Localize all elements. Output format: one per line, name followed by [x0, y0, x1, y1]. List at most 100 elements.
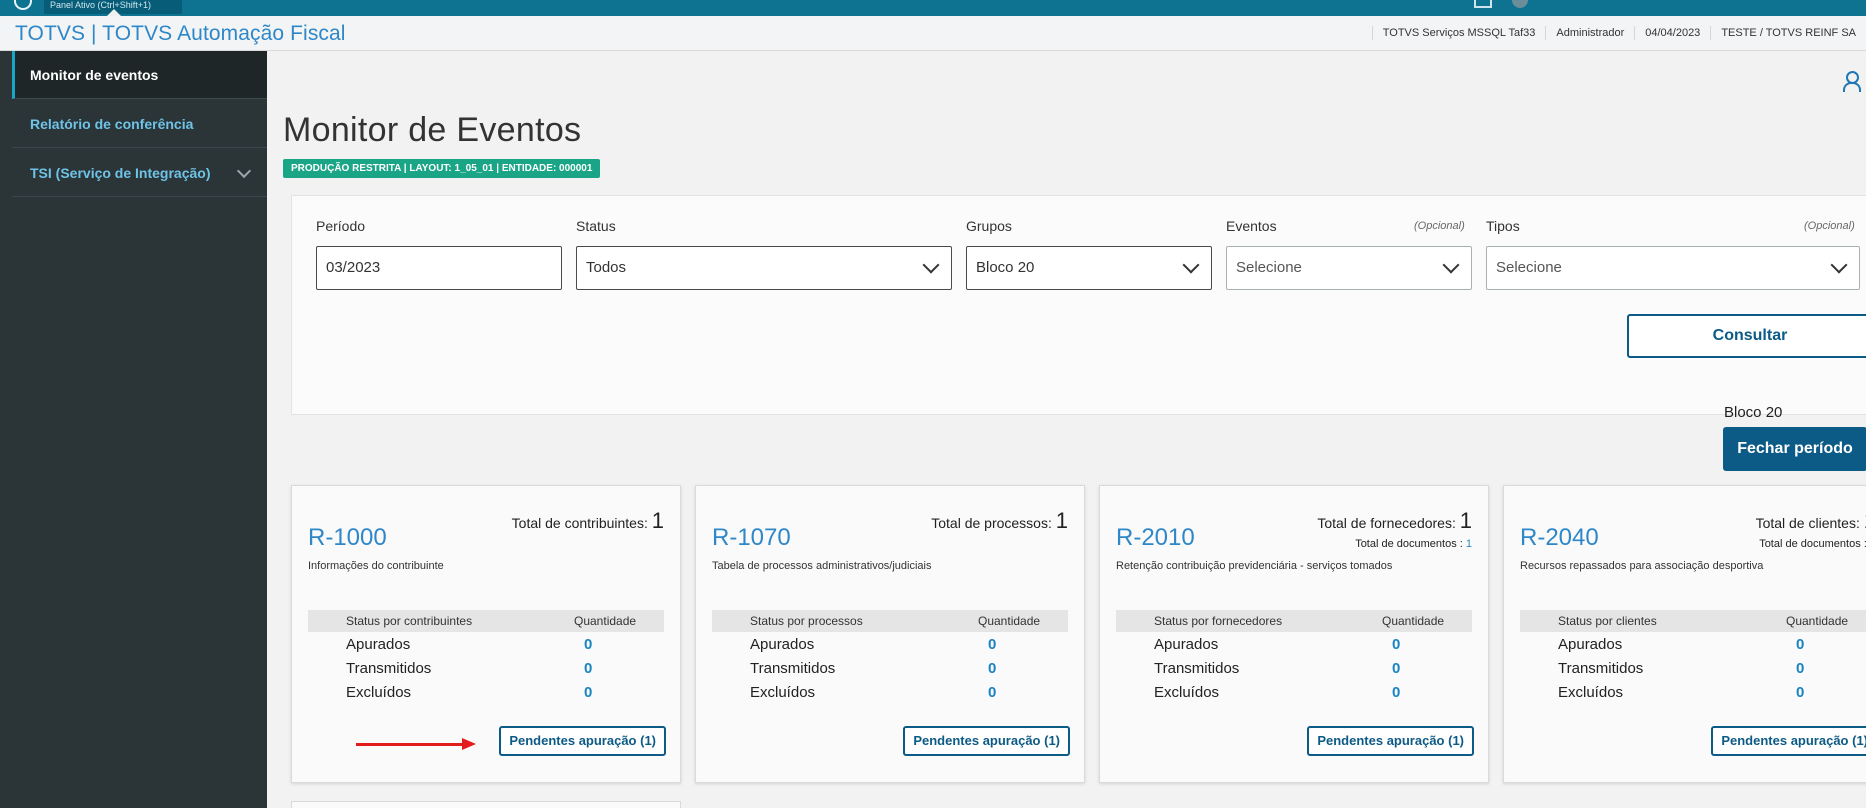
top-strip: Panel Ativo (Ctrl+Shift+1) — [0, 0, 1866, 16]
status-row: Excluídos 0 — [308, 682, 664, 704]
eventos-optional-label: (Opcional) — [1414, 220, 1465, 232]
eventos-select[interactable]: Selecione — [1226, 246, 1472, 290]
user-info: Administrador — [1545, 26, 1634, 40]
caret-up-icon — [107, 9, 121, 16]
sidebar-item-tsi[interactable]: TSI (Serviço de Integração) — [12, 149, 267, 197]
status-column-header: Status por clientes — [1558, 614, 1657, 628]
bloco-label: Bloco 20 — [1724, 404, 1783, 421]
status-count[interactable]: 0 — [988, 636, 996, 653]
periodo-label: Período — [316, 218, 366, 234]
status-label: Transmitidos — [346, 660, 432, 677]
card-subtotal: Total de documentos : 1 — [1759, 538, 1866, 550]
status-select[interactable]: Todos — [576, 246, 952, 290]
eventos-label: Eventos — [1226, 218, 1277, 234]
total-label: Total de contribuintes: — [511, 515, 648, 531]
user-icon[interactable] — [1843, 71, 1861, 92]
status-label: Excluídos — [1154, 684, 1220, 701]
status-row: Apurados 0 — [1520, 634, 1866, 656]
sidebar: Monitor de eventos Relatório de conferên… — [0, 51, 267, 808]
environment-info: TOTVS Serviços MSSQL Taf33 — [1371, 26, 1546, 40]
status-count[interactable]: 0 — [584, 684, 592, 701]
chevron-down-icon — [922, 256, 940, 274]
quantity-column-header: Quantidade — [574, 614, 637, 628]
date-info: 04/04/2023 — [1634, 26, 1710, 40]
grupos-label: Grupos — [966, 218, 1012, 234]
status-label: Transmitidos — [1558, 660, 1644, 677]
event-description: Tabela de processos administrativos/judi… — [712, 560, 932, 572]
consultar-button[interactable]: Consultar — [1627, 314, 1866, 358]
page-title: Monitor de Eventos — [283, 111, 582, 149]
app-title: TOTVS | TOTVS Automação Fiscal — [15, 22, 346, 45]
card-total: Total de fornecedores: 1 — [1317, 508, 1472, 534]
status-count[interactable]: 0 — [988, 660, 996, 677]
pendentes-apuracao-button[interactable]: Pendentes apuração (1) — [903, 726, 1070, 756]
quantity-column-header: Quantidade — [1786, 614, 1849, 628]
status-count[interactable]: 0 — [988, 684, 996, 701]
status-count[interactable]: 0 — [1392, 684, 1400, 701]
status-label: Excluídos — [1558, 684, 1624, 701]
sidebar-item-label: Monitor de eventos — [30, 66, 159, 83]
sidebar-item-relatorio-conferencia[interactable]: Relatório de conferência — [12, 100, 267, 148]
grupos-select[interactable]: Bloco 20 — [966, 246, 1212, 290]
fechar-periodo-button[interactable]: Fechar período — [1723, 427, 1866, 471]
status-column-header: Status por contribuintes — [346, 614, 473, 628]
sidebar-item-monitor-eventos[interactable]: Monitor de eventos — [12, 51, 267, 99]
pendentes-apuracao-button[interactable]: Pendentes apuração (1) — [1711, 726, 1866, 756]
status-label: Apurados — [1154, 636, 1219, 653]
status-count[interactable]: 0 — [1796, 636, 1804, 653]
subtotal-value: 1 — [1465, 538, 1472, 550]
status-label: Transmitidos — [1154, 660, 1240, 677]
status-table-header: Status por clientes Quantidade — [1520, 610, 1866, 632]
tipos-select[interactable]: Selecione — [1486, 246, 1860, 290]
event-description: Recursos repassados para associação desp… — [1520, 560, 1764, 572]
tipos-optional-label: (Opcional) — [1804, 220, 1855, 232]
status-count[interactable]: 0 — [1796, 660, 1804, 677]
status-row: Transmitidos 0 — [1116, 658, 1472, 680]
status-count[interactable]: 0 — [1796, 684, 1804, 701]
status-row: Excluídos 0 — [1520, 682, 1866, 704]
event-description: Informações do contribuinte — [308, 560, 444, 572]
annotation-arrow-icon — [462, 738, 476, 750]
grupos-value: Bloco 20 — [976, 259, 1035, 276]
window-icon[interactable] — [1474, 0, 1492, 8]
status-table-header: Status por processos Quantidade — [712, 610, 1068, 632]
chevron-down-icon — [1830, 256, 1848, 274]
status-count[interactable]: 0 — [1392, 636, 1400, 653]
status-label: Excluídos — [346, 684, 412, 701]
status-count[interactable]: 0 — [1392, 660, 1400, 677]
status-row: Transmitidos 0 — [712, 658, 1068, 680]
company-info: TESTE / TOTVS REINF SA — [1710, 26, 1866, 40]
event-code[interactable]: R-1000 — [308, 524, 387, 552]
status-row: Excluídos 0 — [1116, 682, 1472, 704]
quantity-column-header: Quantidade — [978, 614, 1041, 628]
status-count[interactable]: 0 — [584, 660, 592, 677]
periodo-input[interactable]: 03/2023 — [316, 246, 562, 290]
status-row: Apurados 0 — [308, 634, 664, 656]
event-card-r1000: Total de contribuintes: 1 R-1000 Informa… — [291, 485, 681, 783]
status-column-header: Status por fornecedores — [1154, 614, 1283, 628]
session-info: TOTVS Serviços MSSQL Taf33 Administrador… — [1371, 16, 1866, 50]
status-row: Apurados 0 — [712, 634, 1068, 656]
status-label: Apurados — [750, 636, 815, 653]
subtotal-label: Total de documentos : — [1759, 538, 1866, 550]
app-header: TOTVS | TOTVS Automação Fiscal TOTVS Ser… — [0, 16, 1866, 51]
total-value: 1 — [1055, 508, 1068, 533]
event-code[interactable]: R-2010 — [1116, 524, 1195, 552]
event-code[interactable]: R-2040 — [1520, 524, 1599, 552]
event-code[interactable]: R-1070 — [712, 524, 791, 552]
status-label: Apurados — [1558, 636, 1623, 653]
status-table-header: Status por fornecedores Quantidade — [1116, 610, 1472, 632]
total-label: Total de fornecedores: — [1317, 515, 1456, 531]
eventos-value: Selecione — [1236, 259, 1302, 276]
power-icon[interactable] — [14, 0, 32, 10]
pendentes-apuracao-button[interactable]: Pendentes apuração (1) — [499, 726, 666, 756]
card-total: Total de clientes: 1 — [1756, 508, 1866, 534]
chevron-down-icon — [1182, 256, 1200, 274]
quantity-column-header: Quantidade — [1382, 614, 1445, 628]
help-icon[interactable] — [1512, 0, 1528, 8]
card-subtotal: Total de documentos : 1 — [1355, 538, 1472, 550]
pendentes-apuracao-button[interactable]: Pendentes apuração (1) — [1307, 726, 1474, 756]
status-count[interactable]: 0 — [584, 636, 592, 653]
status-label: Status — [576, 218, 616, 234]
sidebar-item-label: TSI (Serviço de Integração) — [30, 164, 211, 181]
